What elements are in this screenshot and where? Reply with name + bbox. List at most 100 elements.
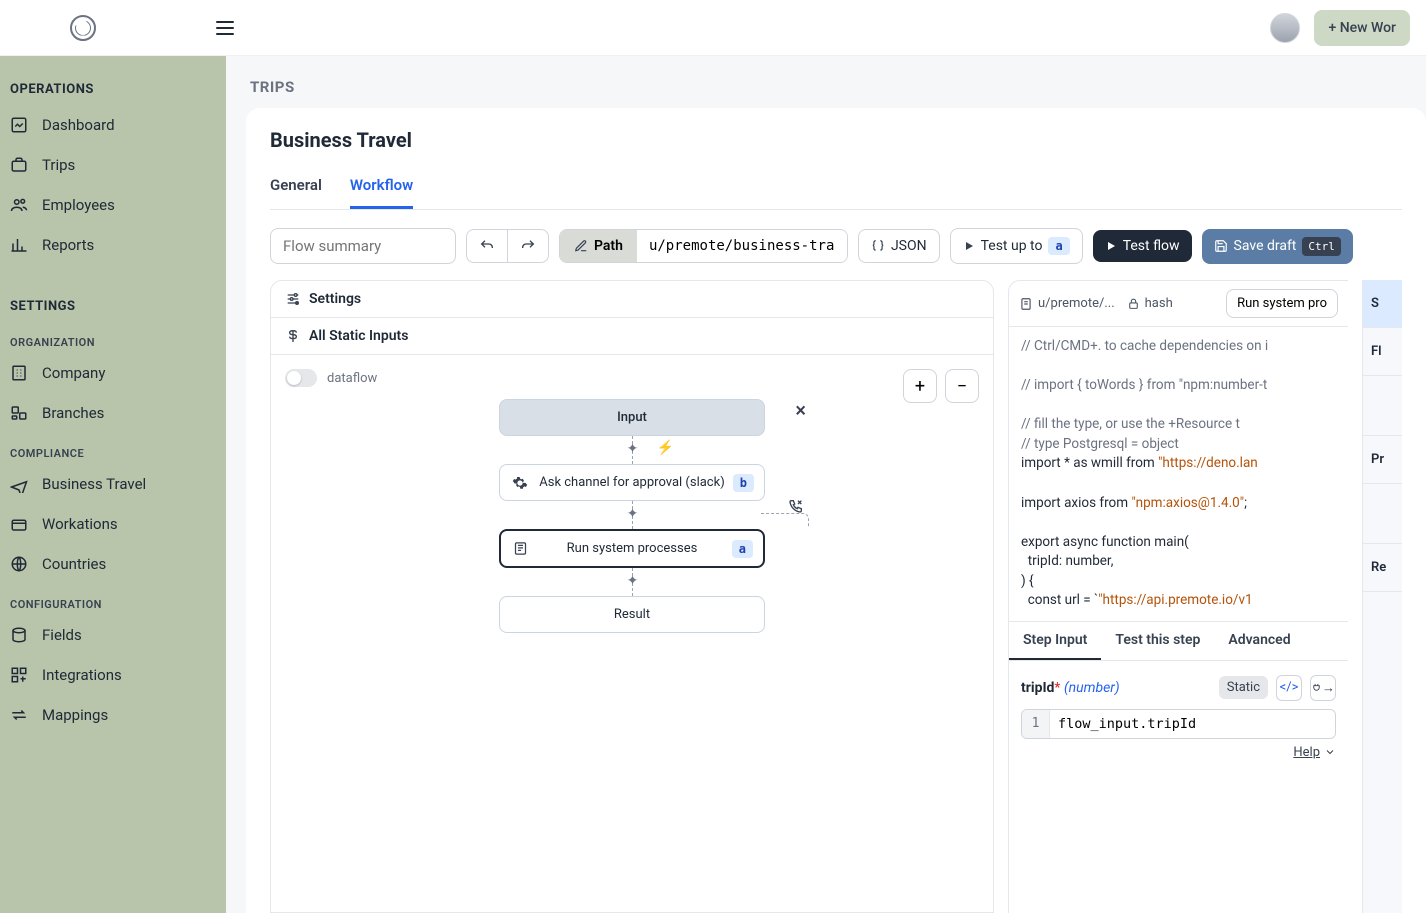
sidebar-item-branches[interactable]: Branches — [0, 393, 226, 433]
add-step-icon[interactable]: ✦ — [625, 574, 641, 590]
run-step-button[interactable]: Run system pro — [1226, 289, 1338, 318]
json-label: JSON — [891, 238, 927, 254]
node-label: Input — [617, 410, 647, 425]
strip-item-re[interactable]: Re — [1363, 544, 1402, 592]
right-strip: S Fl Pr Re — [1362, 280, 1402, 913]
top-header: + New Wor — [0, 0, 1426, 56]
param-row: tripId* (number) Static </> → — [1021, 675, 1336, 701]
undo-redo-group — [466, 229, 549, 263]
menu-toggle-button[interactable] — [216, 21, 234, 35]
dollar-icon — [285, 328, 301, 344]
sidebar-item-label: Workations — [42, 515, 118, 533]
add-step-icon[interactable]: ✦ — [625, 442, 641, 458]
strip-spacer — [1363, 376, 1402, 436]
sidebar-item-workations[interactable]: Workations — [0, 504, 226, 544]
test-up-to-badge: a — [1048, 237, 1069, 255]
sidebar-item-company[interactable]: Company — [0, 353, 226, 393]
sidebar-item-trips[interactable]: Trips — [0, 145, 226, 185]
flow-node-input[interactable]: Input × — [499, 399, 765, 436]
save-draft-button[interactable]: Save draft Ctrl — [1202, 229, 1353, 264]
play-icon — [963, 240, 975, 252]
code-editor[interactable]: // Ctrl/CMD+. to cache dependencies on i… — [1009, 327, 1348, 621]
flow-node-system[interactable]: Run system processes a — [499, 529, 765, 568]
arrows-icon — [10, 706, 28, 724]
sidebar-item-label: Branches — [42, 404, 104, 422]
test-flow-label: Test flow — [1123, 238, 1180, 254]
link-button[interactable]: → — [1310, 675, 1336, 701]
sidebar-heading-operations: OPERATIONS — [0, 74, 226, 105]
connector: ✦ — [632, 568, 633, 596]
static-pill[interactable]: Static — [1219, 676, 1268, 699]
sidebar-item-dashboard[interactable]: Dashboard — [0, 105, 226, 145]
zoom-out-button[interactable]: − — [945, 369, 979, 403]
sidebar-item-integrations[interactable]: Integrations — [0, 655, 226, 695]
path-input[interactable] — [637, 230, 847, 262]
code-tab-advanced[interactable]: Advanced — [1214, 622, 1304, 660]
new-workspace-button[interactable]: + New Wor — [1314, 10, 1410, 46]
globe-icon — [10, 555, 28, 573]
gear-icon — [512, 475, 528, 491]
sidebar-item-employees[interactable]: Employees — [0, 185, 226, 225]
sidebar-item-label: Dashboard — [42, 116, 115, 134]
flow-graph: Input × ✦ ⚡ Ask channel — [285, 399, 979, 633]
help-link[interactable]: Help — [1021, 745, 1336, 760]
page-card: Business Travel General Workflow — [246, 108, 1426, 913]
code-tabs: Step Input Test this step Advanced — [1009, 621, 1348, 661]
building-icon — [10, 364, 28, 382]
add-step-icon[interactable]: ✦ — [625, 507, 641, 523]
panel-row-static-inputs[interactable]: All Static Inputs — [271, 318, 993, 355]
zoom-in-button[interactable]: + — [903, 369, 937, 403]
hash-chip[interactable]: hash — [1127, 296, 1173, 311]
strip-item-s[interactable]: S — [1363, 280, 1402, 328]
sidebar-item-mappings[interactable]: Mappings — [0, 695, 226, 735]
sidebar-item-reports[interactable]: Reports — [0, 225, 226, 265]
flow-node-approval[interactable]: Ask channel for approval (slack) b — [499, 464, 765, 501]
tab-workflow[interactable]: Workflow — [350, 170, 413, 209]
top-header-right: + New Wor — [1270, 10, 1410, 46]
test-up-to-label: Test up to — [981, 238, 1043, 254]
redo-button[interactable] — [507, 229, 549, 263]
database-icon — [10, 626, 28, 644]
branch-indicator — [761, 513, 809, 527]
sidebar-item-label: Employees — [42, 196, 115, 214]
script-path-chip[interactable]: u/premote/... — [1019, 296, 1115, 311]
undo-button[interactable] — [466, 229, 507, 263]
tab-general[interactable]: General — [270, 170, 322, 209]
braces-icon — [871, 239, 885, 253]
static-inputs-label: All Static Inputs — [309, 328, 408, 344]
test-up-to-button[interactable]: Test up to a — [950, 228, 1083, 264]
close-icon[interactable]: × — [795, 398, 806, 422]
path-label: Path — [594, 238, 623, 254]
sidebar-item-label: Countries — [42, 555, 106, 573]
expression-editor: 1 — [1021, 709, 1336, 739]
param-name: tripId — [1021, 680, 1054, 696]
panel-row-settings[interactable]: Settings — [271, 281, 993, 318]
strip-item-pr[interactable]: Pr — [1363, 436, 1402, 484]
sidebar-item-label: Reports — [42, 236, 94, 254]
expression-input[interactable] — [1050, 710, 1335, 738]
avatar[interactable] — [1270, 13, 1300, 43]
sidebar: OPERATIONS Dashboard Trips Employees Rep… — [0, 56, 226, 913]
sidebar-item-business-travel[interactable]: Business Travel — [0, 464, 226, 504]
page-tabs: General Workflow — [270, 170, 1402, 210]
test-flow-button[interactable]: Test flow — [1093, 230, 1192, 262]
hash-text: hash — [1145, 296, 1173, 311]
path-button[interactable]: Path — [560, 230, 637, 262]
json-button[interactable]: JSON — [858, 229, 940, 263]
sidebar-item-label: Trips — [42, 156, 75, 174]
top-header-left — [70, 15, 234, 41]
code-tab-step-input[interactable]: Step Input — [1009, 622, 1101, 660]
code-tab-test-step[interactable]: Test this step — [1101, 622, 1214, 660]
flow-summary-input[interactable] — [270, 228, 456, 264]
users-icon — [10, 196, 28, 214]
chevron-down-icon — [1324, 746, 1336, 758]
bolt-icon[interactable]: ⚡ — [657, 440, 674, 456]
sidebar-item-countries[interactable]: Countries — [0, 544, 226, 584]
dataflow-toggle[interactable]: dataflow — [285, 369, 979, 387]
code-toggle-button[interactable]: </> — [1276, 675, 1302, 701]
strip-item-fl[interactable]: Fl — [1363, 328, 1402, 376]
code-head: u/premote/... hash Run system pro — [1009, 281, 1348, 327]
save-draft-label: Save draft — [1234, 238, 1297, 254]
sidebar-item-fields[interactable]: Fields — [0, 615, 226, 655]
flow-node-result[interactable]: Result — [499, 596, 765, 633]
